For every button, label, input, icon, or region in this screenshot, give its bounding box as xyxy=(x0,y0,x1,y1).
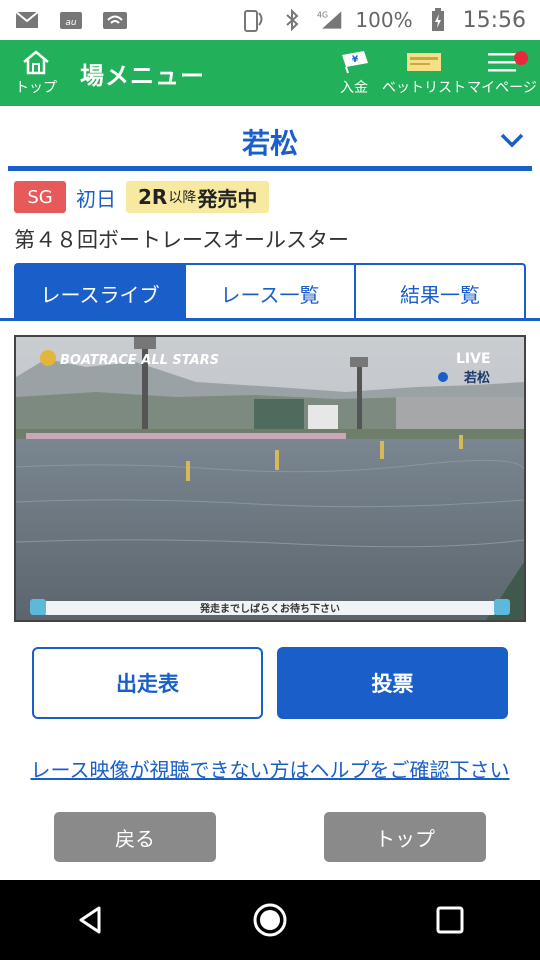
venue-logo: 若松 xyxy=(463,370,490,386)
deposit-button[interactable]: ¥ 入金 xyxy=(324,40,384,106)
home-label: トップ xyxy=(15,80,57,96)
mail-icon xyxy=(14,9,40,31)
home-icon xyxy=(23,50,49,75)
chevron-down-icon[interactable] xyxy=(498,130,526,150)
deposit-label: 入金 xyxy=(340,80,368,96)
battery-percent: 100% xyxy=(355,8,413,32)
page-title: 場メニュー xyxy=(80,61,205,90)
back-triangle-icon[interactable] xyxy=(60,890,120,950)
nfc-icon xyxy=(241,9,267,32)
live-label: LIVE xyxy=(456,351,491,367)
day-label: 初日 xyxy=(76,186,116,211)
mypage-label: マイページ xyxy=(467,80,537,96)
betlist-label: ベットリスト xyxy=(382,80,466,96)
top-button[interactable]: トップ xyxy=(324,812,486,862)
help-link[interactable]: レース映像が視聴できない方はヘルプをご確認下さい xyxy=(0,754,540,783)
tab-results-list[interactable]: 結果一覧 xyxy=(356,263,526,321)
clock: 15:56 xyxy=(462,7,526,33)
bluetooth-icon xyxy=(279,8,305,32)
notification-dot xyxy=(514,51,528,65)
sale-status-badge: 2R 以降 発売中 xyxy=(126,181,270,213)
sale-after: 以降 xyxy=(168,190,197,206)
event-logo: BOATRACE ALL STARS xyxy=(60,353,219,368)
svg-text:¥: ¥ xyxy=(352,55,359,65)
battery-icon xyxy=(425,8,451,31)
venue-name: 若松 xyxy=(241,127,298,160)
signal-icon: 4G xyxy=(317,9,343,31)
tabs-divider xyxy=(0,318,540,321)
venue-divider xyxy=(8,166,532,171)
app-header: トップ 場メニュー ¥ 入金 ベットリスト マイページ xyxy=(0,40,540,106)
tab-race-list[interactable]: レース一覧 xyxy=(186,263,356,321)
page-nav: 戻る トップ xyxy=(54,812,486,862)
menu-icon xyxy=(488,53,516,72)
svg-text:au: au xyxy=(65,18,77,28)
tab-race-live[interactable]: レースライブ xyxy=(14,263,186,321)
sale-race: 2R xyxy=(138,185,168,209)
race-title: 第４８回ボートレースオールスター xyxy=(14,228,349,252)
race-info: SG 初日 2R 以降 発売中 第４８回ボートレースオールスター xyxy=(14,180,526,254)
grade-badge: SG xyxy=(14,181,66,213)
status-bar: au 4G 100% 15:56 xyxy=(0,0,540,40)
wifi-box-icon xyxy=(102,9,128,31)
deposit-icon: ¥ xyxy=(342,51,368,74)
home-circle-icon[interactable] xyxy=(240,890,300,950)
home-button[interactable]: トップ xyxy=(0,40,70,106)
mypage-button[interactable]: マイページ xyxy=(464,40,540,106)
action-buttons: 出走表 投票 xyxy=(32,647,508,719)
vote-button[interactable]: 投票 xyxy=(277,647,508,719)
race-video-player[interactable]: BOATRACE ALL STARS LIVE 若松 発走までしばらくお待ち下さ… xyxy=(14,335,526,622)
race-tabs: レースライブ レース一覧 結果一覧 xyxy=(14,263,526,321)
system-nav-bar xyxy=(0,880,540,960)
video-caption: 発走までしばらくお待ち下さい xyxy=(199,602,340,615)
betlist-button[interactable]: ベットリスト xyxy=(382,40,466,106)
ticket-icon xyxy=(407,53,441,71)
race-video-frame: BOATRACE ALL STARS LIVE 若松 発走までしばらくお待ち下さ… xyxy=(16,337,524,620)
venue-selector[interactable]: 若松 xyxy=(0,106,540,172)
sale-status: 発売中 xyxy=(197,186,258,211)
entry-table-button[interactable]: 出走表 xyxy=(32,647,263,719)
au-icon: au xyxy=(58,9,84,31)
back-button[interactable]: 戻る xyxy=(54,812,216,862)
svg-text:4G: 4G xyxy=(317,10,328,19)
recents-square-icon[interactable] xyxy=(420,890,480,950)
